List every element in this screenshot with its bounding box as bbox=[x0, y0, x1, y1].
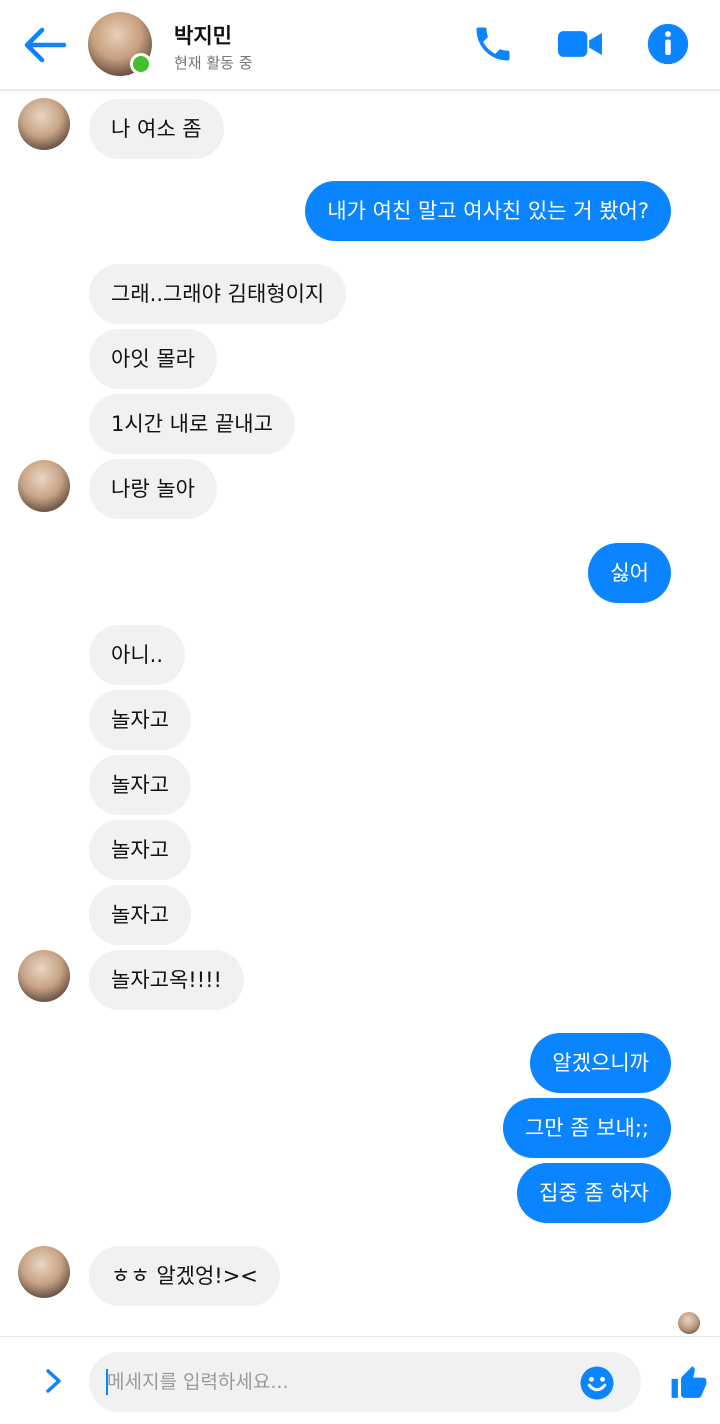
seen-indicator-avatar bbox=[678, 1312, 700, 1334]
active-status: 현재 활동 중 bbox=[174, 54, 253, 72]
message-bubble-incoming[interactable]: 나랑 놀아 bbox=[89, 459, 217, 519]
contact-name[interactable]: 박지민 bbox=[174, 20, 232, 50]
message-bubble-incoming[interactable]: 놀자고 bbox=[89, 755, 191, 815]
message-bubble-incoming[interactable]: 아니.. bbox=[89, 625, 185, 685]
phone-icon[interactable] bbox=[470, 22, 516, 66]
emoji-icon[interactable] bbox=[579, 1365, 615, 1401]
message-bubble-outgoing[interactable]: 싫어 bbox=[588, 543, 671, 603]
message-bubble-outgoing[interactable]: 그만 좀 보내;; bbox=[502, 1098, 671, 1158]
message-list[interactable]: 나 여소 좀 내가 여친 말고 여사친 있는 거 봤어? 그래..그래야 김태형… bbox=[0, 90, 720, 1336]
sender-avatar[interactable] bbox=[18, 950, 70, 1002]
message-bubble-outgoing[interactable]: 내가 여친 말고 여사친 있는 거 봤어? bbox=[305, 181, 671, 241]
message-bubble-incoming[interactable]: 그래..그래야 김태형이지 bbox=[89, 264, 347, 324]
message-bubble-incoming[interactable]: 놀자고 bbox=[89, 690, 191, 750]
message-bubble-incoming[interactable]: 놀자고 bbox=[89, 885, 191, 945]
message-bubble-incoming[interactable]: ㅎㅎ 알겠엉!>< bbox=[89, 1246, 280, 1306]
message-composer bbox=[0, 1336, 720, 1424]
message-bubble-incoming[interactable]: 놀자고옥!!!! bbox=[89, 950, 244, 1010]
back-arrow-icon[interactable] bbox=[20, 24, 68, 66]
message-bubble-incoming[interactable]: 1시간 내로 끝내고 bbox=[89, 394, 295, 454]
chevron-right-icon[interactable] bbox=[38, 1365, 68, 1397]
thumbs-up-icon[interactable] bbox=[670, 1363, 708, 1401]
sender-avatar[interactable] bbox=[18, 98, 70, 150]
text-cursor bbox=[106, 1369, 108, 1395]
message-bubble-outgoing[interactable]: 알겠으니까 bbox=[530, 1033, 671, 1093]
message-bubble-incoming[interactable]: 놀자고 bbox=[89, 820, 191, 880]
info-icon[interactable] bbox=[645, 22, 691, 66]
message-bubble-outgoing[interactable]: 집중 좀 하자 bbox=[517, 1163, 671, 1223]
chat-header: 박지민 현재 활동 중 bbox=[0, 0, 720, 90]
video-camera-icon[interactable] bbox=[555, 22, 605, 66]
message-bubble-incoming[interactable]: 아잇 몰라 bbox=[89, 329, 217, 389]
sender-avatar[interactable] bbox=[18, 1246, 70, 1298]
online-status-dot bbox=[130, 53, 152, 75]
message-bubble-incoming[interactable]: 나 여소 좀 bbox=[89, 99, 224, 159]
sender-avatar[interactable] bbox=[18, 460, 70, 512]
message-input[interactable] bbox=[89, 1352, 641, 1412]
